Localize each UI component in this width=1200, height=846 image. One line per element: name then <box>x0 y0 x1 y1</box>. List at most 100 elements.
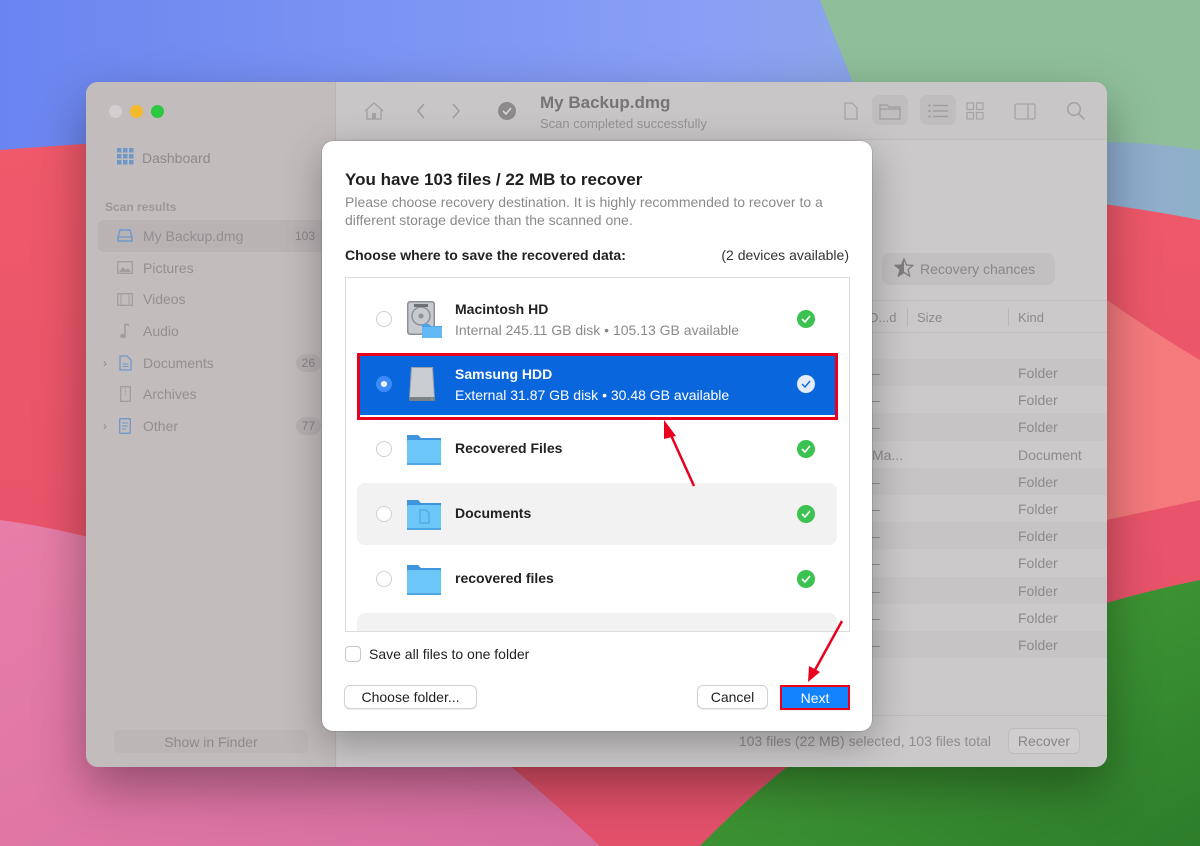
cell-date: – <box>872 582 880 599</box>
folder-icon <box>404 429 444 469</box>
cell-kind: Folder <box>1018 582 1058 599</box>
folder-view-icon[interactable] <box>878 99 902 123</box>
sidebar-item-pictures[interactable]: Pictures <box>98 252 327 284</box>
destination-name: Samsung HDD <box>455 366 553 382</box>
sidebar-item-label: Documents <box>143 354 214 371</box>
sidebar-item-label: Archives <box>143 386 197 403</box>
recover-button[interactable]: Recover <box>1008 728 1080 754</box>
column-header-size[interactable]: Size <box>917 310 942 325</box>
radio-button[interactable] <box>376 441 392 457</box>
search-icon[interactable] <box>1064 99 1088 123</box>
scan-results-list: My Backup.dmg 103 Pictures Videos Audio <box>98 220 327 442</box>
destination-list-partial-row[interactable] <box>357 613 837 631</box>
destination-info: External 31.87 GB disk • 30.48 GB availa… <box>455 387 730 403</box>
sidebar-item-label: Other <box>143 417 179 434</box>
radio-button[interactable] <box>376 311 392 327</box>
count-badge: 77 <box>295 416 321 435</box>
column-header-kind[interactable]: Kind <box>1018 310 1044 325</box>
list-view-icon[interactable] <box>926 99 950 123</box>
destination-list: Macintosh HD Internal 245.11 GB disk • 1… <box>345 277 850 632</box>
sidebar-item-label: Videos <box>143 291 186 308</box>
choose-folder-button[interactable]: Choose folder... <box>344 685 477 709</box>
sidebar: Dashboard Scan results My Backup.dmg 103… <box>86 82 336 767</box>
column-header-date[interactable]: D...d <box>869 310 896 325</box>
documents-folder-icon <box>404 494 444 534</box>
save-one-folder-checkbox[interactable] <box>345 646 361 662</box>
picture-icon <box>117 260 133 276</box>
destination-samsung-hdd[interactable]: Samsung HDD External 31.87 GB disk • 30.… <box>357 353 837 415</box>
destination-recovered-files-lowercase[interactable]: recovered files <box>357 548 837 610</box>
sidebar-item-audio[interactable]: Audio <box>98 315 327 347</box>
devices-available-label: (2 devices available) <box>721 247 849 263</box>
radio-button[interactable] <box>376 571 392 587</box>
file-view-icon[interactable] <box>839 99 863 123</box>
choose-destination-label: Choose where to save the recovered data: <box>345 247 626 263</box>
radio-button-selected[interactable] <box>376 376 392 392</box>
sidebar-item-other[interactable]: › Other 77 <box>98 410 327 442</box>
home-icon[interactable] <box>362 99 386 123</box>
cell-kind: Folder <box>1018 609 1058 626</box>
sidebar-item-label: Audio <box>143 322 179 339</box>
available-check-icon <box>797 375 815 393</box>
destination-documents[interactable]: Documents <box>357 483 837 545</box>
radio-button[interactable] <box>376 506 392 522</box>
forward-icon[interactable] <box>444 99 468 123</box>
cell-date: – <box>872 392 880 409</box>
destination-name: Recovered Files <box>455 440 563 456</box>
cell-kind: Folder <box>1018 419 1058 436</box>
maximize-window-button[interactable] <box>151 105 164 118</box>
internal-disk-icon <box>404 299 444 339</box>
available-check-icon <box>797 310 815 328</box>
destination-info: Internal 245.11 GB disk • 105.13 GB avai… <box>455 322 740 338</box>
chevron-right-icon[interactable]: › <box>103 356 107 370</box>
window-subtitle: Scan completed successfully <box>540 116 707 131</box>
destination-recovered-files[interactable]: Recovered Files <box>357 418 837 480</box>
sidebar-item-documents[interactable]: › Documents 26 <box>98 347 327 379</box>
save-one-folder-option[interactable]: Save all files to one folder <box>345 646 529 662</box>
cell-date: – <box>872 500 880 517</box>
cell-kind: Folder <box>1018 392 1058 409</box>
minimize-window-button[interactable] <box>130 105 143 118</box>
other-file-icon <box>117 418 133 434</box>
preview-pane-icon[interactable] <box>1013 99 1037 123</box>
recovery-chances-button[interactable]: Recovery chances <box>882 253 1055 285</box>
archive-icon <box>117 386 133 403</box>
document-icon <box>117 354 133 371</box>
sidebar-item-dashboard[interactable]: Dashboard <box>117 148 211 168</box>
sidebar-item-videos[interactable]: Videos <box>98 283 327 315</box>
cell-date: – <box>872 636 880 653</box>
cancel-button[interactable]: Cancel <box>697 685 768 709</box>
window-title: My Backup.dmg <box>540 93 671 112</box>
destination-macintosh-hd[interactable]: Macintosh HD Internal 245.11 GB disk • 1… <box>357 288 837 350</box>
music-note-icon <box>117 323 133 339</box>
cell-kind: Folder <box>1018 636 1058 653</box>
star-icon <box>893 257 915 280</box>
back-icon[interactable] <box>409 99 433 123</box>
external-disk-icon <box>404 364 444 404</box>
save-one-folder-label: Save all files to one folder <box>369 646 530 662</box>
grid-icon <box>117 148 134 168</box>
cell-kind: Folder <box>1018 555 1058 572</box>
cell-date: – <box>872 528 880 545</box>
destination-name: recovered files <box>455 570 554 586</box>
cell-kind: Folder <box>1018 528 1058 545</box>
close-window-button[interactable] <box>109 105 122 118</box>
available-check-icon <box>797 570 815 588</box>
recovery-destination-dialog: You have 103 files / 22 MB to recover Pl… <box>322 141 872 731</box>
folder-icon <box>404 559 444 599</box>
column-separator[interactable] <box>1008 308 1009 326</box>
available-check-icon <box>797 440 815 458</box>
next-button[interactable]: Next <box>780 685 850 710</box>
count-badge: 103 <box>288 226 321 245</box>
dialog-title: You have 103 files / 22 MB to recover <box>345 170 643 189</box>
sidebar-item-label: My Backup.dmg <box>143 227 244 244</box>
chevron-right-icon[interactable]: › <box>103 419 107 433</box>
count-badge: 26 <box>295 353 321 372</box>
cell-kind: Folder <box>1018 500 1058 517</box>
grid-view-icon[interactable] <box>963 99 987 123</box>
show-in-finder-button[interactable]: Show in Finder <box>114 730 308 753</box>
sidebar-item-archives[interactable]: Archives <box>98 378 327 410</box>
sidebar-item-my-backup[interactable]: My Backup.dmg 103 <box>98 220 327 252</box>
column-separator[interactable] <box>907 308 908 326</box>
scan-results-heading: Scan results <box>105 200 177 214</box>
